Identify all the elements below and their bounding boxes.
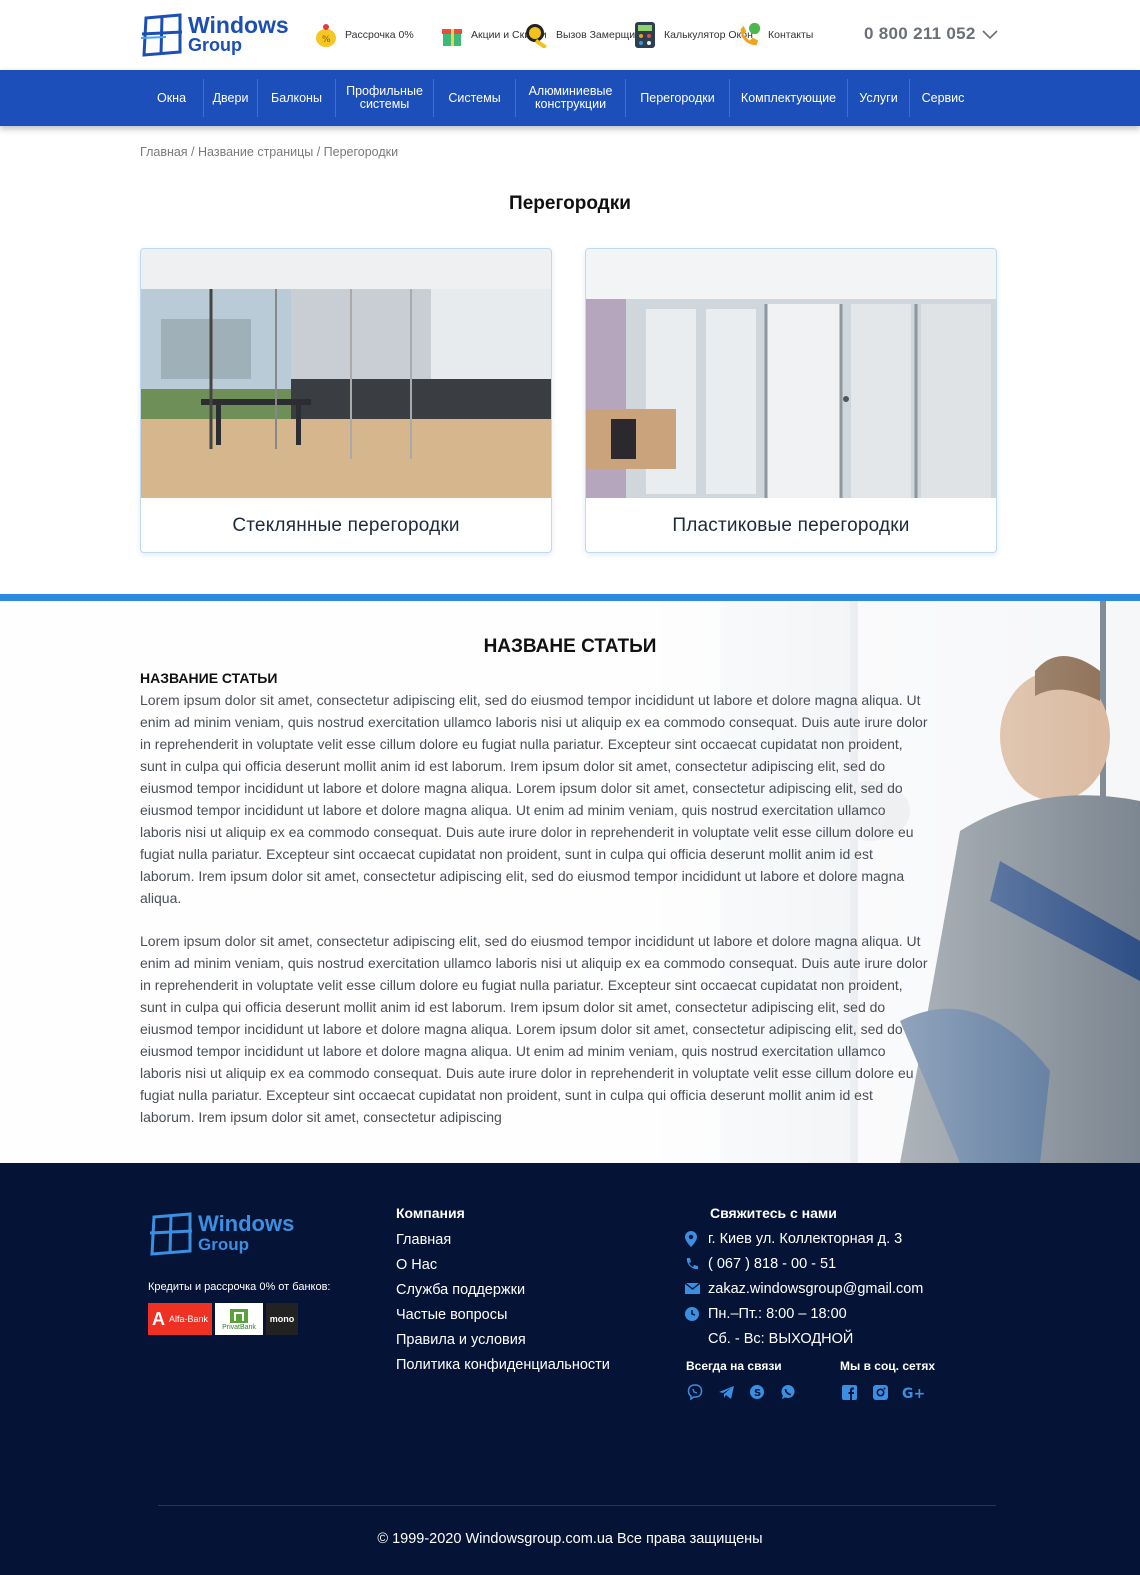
svg-text:S: S <box>754 1388 761 1399</box>
page-title: Перегородки <box>509 193 631 214</box>
site-footer: Windows Group Кредиты и рассрочка 0% от … <box>0 1163 1140 1575</box>
nav-item-windows[interactable]: Окна <box>140 79 204 117</box>
header-installment-label: Рассрочка 0% <box>345 28 414 41</box>
nav-item-service[interactable]: Сервис <box>910 79 976 117</box>
header-installment-link[interactable]: % Рассрочка 0% <box>313 18 414 52</box>
hours-weekend-text: Сб. - Вс: ВЫХОДНОЙ <box>708 1330 854 1347</box>
hours-weekdays-text: Пн.–Пт.: 8:00 – 18:00 <box>708 1305 847 1322</box>
contact-phone[interactable]: ( 067 ) 818 - 00 - 51 <box>685 1251 836 1276</box>
whatsapp-icon[interactable] <box>779 1383 797 1401</box>
footer-contact-column: Свяжитесь с нами <box>710 1205 837 1228</box>
nav-item-profile-systems[interactable]: Профильные системы <box>336 79 434 117</box>
glass-partitions-caption: Стеклянные перегородки <box>232 515 460 536</box>
contact-hours-weekend: Сб. - Вс: ВЫХОДНОЙ <box>685 1326 853 1351</box>
facebook-icon[interactable] <box>840 1383 858 1401</box>
social-row: G+ <box>840 1383 926 1401</box>
article-subtitle: НАЗВАНИЕ СТАТЬИ <box>140 670 278 686</box>
nav-item-services[interactable]: Услуги <box>848 79 910 117</box>
email-icon <box>685 1283 708 1294</box>
contact-address: г. Киев ул. Коллекторная д. 3 <box>685 1226 902 1251</box>
nav-item-partitions[interactable]: Перегородки <box>626 79 730 117</box>
gift-icon <box>439 20 465 50</box>
breadcrumb[interactable]: Главная / Название страницы / Перегородк… <box>140 145 398 159</box>
tape-measure-icon <box>524 20 550 50</box>
footer-link-support[interactable]: Служба поддержки <box>396 1278 610 1303</box>
article-paragraph-1: Lorem ipsum dolor sit amet, consectetur … <box>140 692 928 906</box>
article-title: НАЗВАНЕ СТАТЬИ <box>483 636 657 657</box>
logo-text-line2: Group <box>188 35 242 55</box>
svg-text:G+: G+ <box>902 1386 925 1400</box>
contact-hours: Пн.–Пт.: 8:00 – 18:00 <box>685 1301 847 1326</box>
clock-icon <box>685 1306 708 1321</box>
svg-text:%: % <box>322 35 331 45</box>
contact-heading: Свяжитесь с нами <box>710 1205 837 1221</box>
nav-item-components[interactable]: Комплектующие <box>730 79 848 117</box>
instagram-icon[interactable] <box>871 1383 889 1401</box>
monobank-logo[interactable]: mono <box>266 1303 298 1335</box>
social-heading: Мы в соц. сетях <box>840 1359 936 1373</box>
privatbank-label: PrivatBank <box>222 1323 256 1331</box>
footer-link-about[interactable]: О Нас <box>396 1253 610 1278</box>
messengers-heading: Всегда на связи <box>686 1359 782 1373</box>
glass-partitions-photo <box>141 249 551 498</box>
credit-text: Кредиты и рассрочка 0% от банков: <box>148 1281 331 1293</box>
location-pin-icon <box>685 1230 708 1247</box>
chevron-down-icon[interactable] <box>982 28 998 40</box>
header-contacts-label: Контакты <box>768 28 814 41</box>
email-text: zakaz.windowsgroup@gmail.com <box>708 1280 924 1297</box>
card-glass-partitions[interactable]: Стеклянные перегородки <box>140 248 552 553</box>
card-plastic-partitions[interactable]: Пластиковые перегородки <box>585 248 997 553</box>
skype-icon[interactable]: S <box>748 1383 766 1401</box>
article-paragraph-2: Lorem ipsum dolor sit amet, consectetur … <box>140 933 928 1125</box>
copyright-text: © 1999-2020 Windowsgroup.com.ua Все прав… <box>377 1531 763 1547</box>
phone-call-icon <box>736 20 762 50</box>
footer-link-privacy[interactable]: Политика конфиденциальности <box>396 1353 610 1378</box>
footer-logo-line1: Windows <box>198 1211 295 1236</box>
address-text: г. Киев ул. Коллекторная д. 3 <box>708 1230 903 1247</box>
main-nav: Окна Двери Балконы Профильные системы Си… <box>0 70 1140 126</box>
privatbank-logo[interactable]: PrivatBank <box>215 1303 263 1335</box>
piggy-bank-icon: % <box>313 20 339 50</box>
messengers-row: S <box>686 1383 797 1401</box>
phone-icon <box>685 1257 708 1271</box>
header-calculator-link[interactable]: Калькулятор Окон <box>632 18 753 52</box>
footer-logo[interactable]: Windows Group <box>148 1211 294 1257</box>
footer-company-column: Компания Главная О Нас Служба поддержки … <box>396 1205 610 1378</box>
header-measurer-link[interactable]: Вызов Замерщика <box>524 18 646 52</box>
footer-link-home[interactable]: Главная <box>396 1228 610 1253</box>
nav-item-systems[interactable]: Системы <box>434 79 516 117</box>
nav-item-balconies[interactable]: Балконы <box>258 79 336 117</box>
site-logo[interactable]: Windows Group <box>140 12 289 58</box>
header-phone-number[interactable]: 0 800 211 052 <box>864 24 976 44</box>
footer-logo-line2: Group <box>198 1235 249 1254</box>
footer-link-faq[interactable]: Частые вопросы <box>396 1303 610 1328</box>
section-divider <box>0 594 1140 601</box>
contact-email[interactable]: zakaz.windowsgroup@gmail.com <box>685 1276 923 1301</box>
nav-item-aluminium[interactable]: Алюминиевые конструкции <box>516 79 626 117</box>
nav-item-doors[interactable]: Двери <box>204 79 258 117</box>
window-logo-icon <box>149 1212 193 1256</box>
bank-logos: A Alfa-Bank PrivatBank mono <box>148 1303 298 1335</box>
footer-link-terms[interactable]: Правила и условия <box>396 1328 610 1353</box>
header-contacts-link[interactable]: Контакты <box>736 18 813 52</box>
telegram-icon[interactable] <box>717 1383 735 1401</box>
footer-divider <box>158 1505 996 1506</box>
company-heading: Компания <box>396 1205 465 1221</box>
phone-text: ( 067 ) 818 - 00 - 51 <box>708 1255 837 1272</box>
logo-text-line1: Windows <box>188 12 289 38</box>
plastic-partitions-photo <box>586 249 996 498</box>
window-logo-icon <box>140 13 183 57</box>
calculator-icon <box>632 20 658 50</box>
alfa-bank-label: Alfa-Bank <box>168 1314 209 1324</box>
google-plus-icon[interactable]: G+ <box>902 1383 926 1401</box>
alfa-bank-logo[interactable]: A Alfa-Bank <box>148 1303 212 1335</box>
site-header: Windows Group % Рассрочка 0% Акции и Ски… <box>0 0 1140 70</box>
plastic-partitions-caption: Пластиковые перегородки <box>672 515 910 536</box>
viber-icon[interactable] <box>686 1383 704 1401</box>
